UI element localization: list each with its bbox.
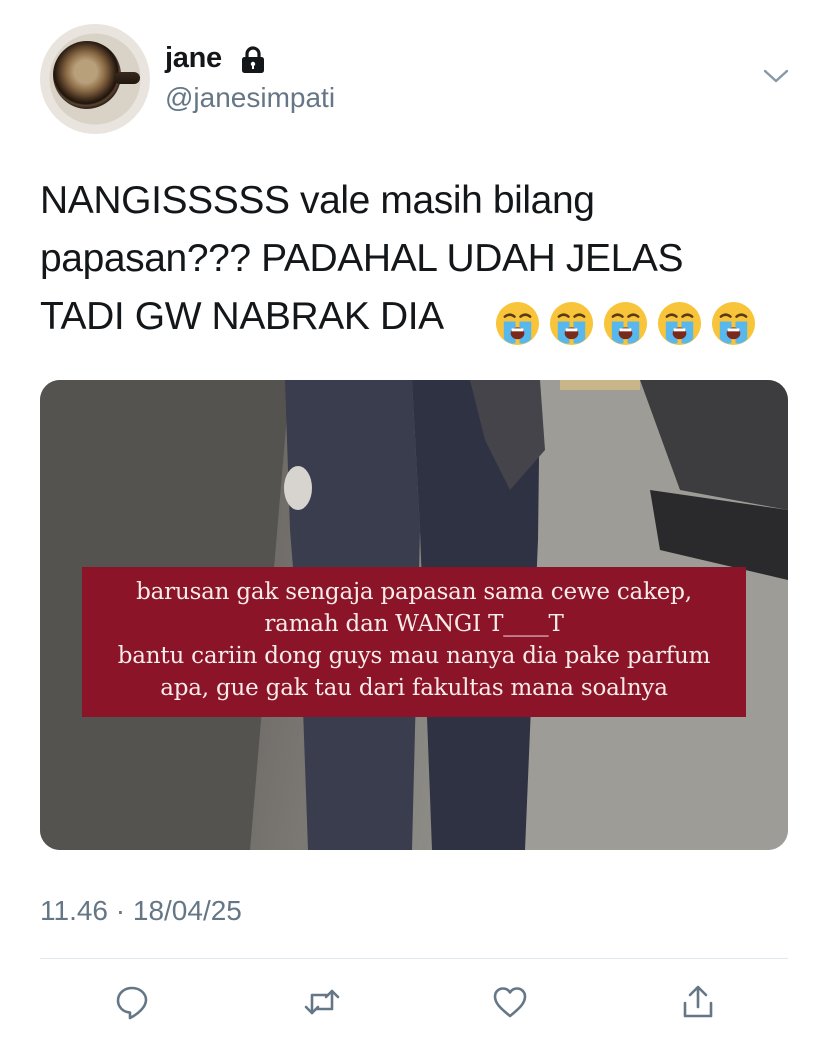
tweet-timestamp[interactable]: 11.46 · 18/04/25: [40, 895, 242, 927]
coffee-cup-image: [53, 41, 121, 109]
like-button[interactable]: [488, 980, 532, 1024]
reply-icon: [116, 986, 148, 1020]
divider: [40, 958, 788, 959]
author-handle[interactable]: @janesimpati: [165, 82, 335, 114]
loudly-crying-face-icon: [657, 301, 702, 346]
loudly-crying-face-icon: [711, 301, 756, 346]
lock-icon: [242, 46, 264, 73]
share-button[interactable]: [676, 980, 720, 1024]
heart-icon: [493, 987, 527, 1018]
cup-handle: [114, 72, 140, 84]
author-name[interactable]: jane: [165, 42, 222, 75]
caption-line: ramah dan WANGI T____T: [264, 611, 564, 637]
avatar[interactable]: [40, 24, 150, 134]
media-caption: barusan gak sengaja papasan sama cewe ca…: [82, 567, 746, 717]
caption-line: bantu cariin dong guys mau nanya dia pak…: [117, 643, 711, 669]
share-icon: [683, 985, 713, 1018]
loudly-crying-face-icon: [495, 301, 540, 346]
emoji-row: [494, 300, 757, 347]
tweet-media-image[interactable]: barusan gak sengaja papasan sama cewe ca…: [40, 380, 788, 850]
caption-line: apa, gue gak tau dari fakultas mana soal…: [160, 675, 668, 701]
loudly-crying-face-icon: [549, 301, 594, 346]
loudly-crying-face-icon: [603, 301, 648, 346]
chevron-down-icon[interactable]: [762, 66, 790, 86]
retweet-icon: [304, 989, 340, 1015]
caption-line: barusan gak sengaja papasan sama cewe ca…: [136, 579, 692, 605]
retweet-button[interactable]: [300, 980, 344, 1024]
reply-button[interactable]: [110, 980, 154, 1024]
